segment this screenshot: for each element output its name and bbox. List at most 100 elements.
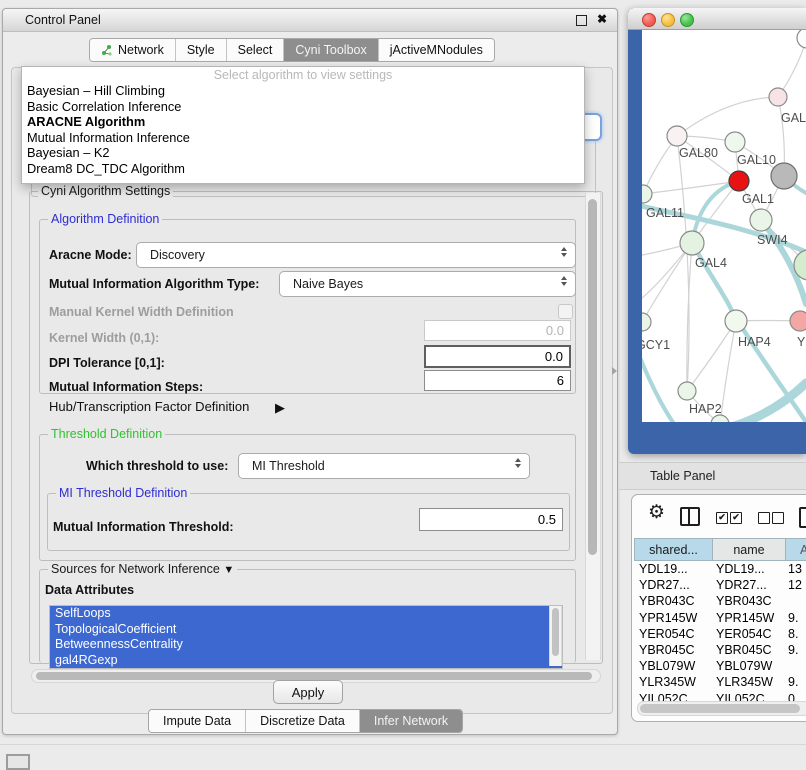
table-row[interactable]: YDL19...YDL19...13 xyxy=(634,561,806,577)
table-row[interactable]: YBL079WYBL079W xyxy=(634,658,806,674)
column-header-shared-name[interactable]: shared... xyxy=(634,538,713,561)
network-view-window[interactable]: GAL80 GAL10 GAL1 GAL11 SWI4 GAL4 GCY1 HA… xyxy=(628,8,806,454)
network-node[interactable] xyxy=(790,311,806,331)
app-root: { "control_panel": { "title": "Control P… xyxy=(0,0,806,762)
dropdown-item[interactable]: Mutual Information Inference xyxy=(22,130,584,146)
network-node-gal80[interactable] xyxy=(667,126,687,146)
table-row[interactable]: YPR145WYPR145W9. xyxy=(634,610,806,626)
data-attributes-label: Data Attributes xyxy=(45,583,134,597)
table-horizontal-scrollbar[interactable] xyxy=(637,701,806,716)
node-label: Y xyxy=(797,335,806,349)
splitter-collapse-icon[interactable] xyxy=(612,367,617,375)
network-icon xyxy=(101,44,113,56)
mi-algorithm-type-select[interactable]: Naive Bayes xyxy=(279,271,576,297)
collapse-down-icon[interactable]: ▼ xyxy=(223,564,234,576)
dropdown-item-selected[interactable]: ARACNE Algorithm xyxy=(22,114,584,130)
float-window-icon[interactable] xyxy=(576,15,587,26)
scrollbar-thumb[interactable] xyxy=(588,199,597,555)
dropdown-prompt: Select algorithm to view settings xyxy=(22,67,584,83)
table-row[interactable]: YBR045CYBR045C9. xyxy=(634,642,806,658)
kernel-width-input[interactable] xyxy=(424,320,571,341)
scrollbar-thumb[interactable] xyxy=(640,704,800,713)
scrollbar-thumb[interactable] xyxy=(552,608,559,656)
network-node-gal11[interactable] xyxy=(642,185,652,203)
mi-threshold-input[interactable] xyxy=(419,508,563,531)
attribute-item[interactable]: BetweennessCentrality xyxy=(50,637,562,653)
collapse-right-icon[interactable]: ▶ xyxy=(275,400,285,416)
control-panel-tabs: Network Style Select Cyni Toolbox jActiv… xyxy=(89,38,495,62)
tab-jactivemnodules[interactable]: jActiveMNodules xyxy=(379,39,494,61)
aracne-mode-select[interactable]: Discovery xyxy=(136,242,576,268)
minimized-panel-icon[interactable] xyxy=(6,754,30,770)
table-row[interactable]: YDR27...YDR27...12 xyxy=(634,577,806,593)
node-label: GAL xyxy=(781,111,806,125)
combo-arrows-icon xyxy=(513,458,523,468)
zoom-traffic-light[interactable] xyxy=(680,13,694,27)
column-header-partial[interactable]: A xyxy=(786,538,806,561)
network-node[interactable] xyxy=(711,415,729,422)
tab-cyni-toolbox[interactable]: Cyni Toolbox xyxy=(284,39,378,61)
attribute-item[interactable]: gal4RGexp xyxy=(50,653,562,669)
close-traffic-light[interactable] xyxy=(642,13,656,27)
dpi-tolerance-input[interactable] xyxy=(424,345,571,368)
apply-button[interactable]: Apply xyxy=(273,680,343,704)
table-row[interactable]: YBR043CYBR043C xyxy=(634,593,806,609)
network-node-gal4[interactable] xyxy=(680,231,704,255)
which-threshold-select[interactable]: MI Threshold xyxy=(238,453,530,479)
network-node-hap2[interactable] xyxy=(678,382,696,400)
deselect-columns-icon[interactable] xyxy=(772,512,784,524)
close-icon[interactable]: ✖ xyxy=(597,12,607,26)
attributes-scrollbar[interactable] xyxy=(549,606,562,666)
tab-select[interactable]: Select xyxy=(227,39,285,61)
manual-kernel-width-checkbox[interactable] xyxy=(558,304,573,319)
dropdown-item[interactable]: Basic Correlation Inference xyxy=(22,99,584,115)
dropdown-item[interactable]: Bayesian – Hill Climbing xyxy=(22,83,584,99)
dropdown-item[interactable]: Dream8 DC_TDC Algorithm xyxy=(22,161,584,177)
scrollbar-thumb[interactable] xyxy=(36,672,592,680)
network-node-gal1[interactable] xyxy=(729,171,749,191)
network-node-gcy1[interactable] xyxy=(642,313,651,331)
network-node[interactable] xyxy=(769,88,787,106)
algorithm-dropdown-popup: Select algorithm to view settings Bayesi… xyxy=(21,66,585,184)
network-node-swi4[interactable] xyxy=(750,209,772,231)
tab-style[interactable]: Style xyxy=(176,39,227,61)
split-table-icon[interactable] xyxy=(680,507,700,526)
gear-icon[interactable]: ⚙ xyxy=(648,503,665,522)
node-label: GAL4 xyxy=(695,256,727,270)
export-table-icon[interactable] xyxy=(799,507,806,528)
mi-steps-input[interactable] xyxy=(424,370,571,391)
settings-vertical-scrollbar[interactable] xyxy=(585,193,601,660)
network-window-titlebar[interactable] xyxy=(628,8,806,30)
table-body: YDL19...YDL19...13 YDR27...YDR27...12 YB… xyxy=(634,561,806,707)
network-node-gal10[interactable] xyxy=(725,132,745,152)
column-header-name[interactable]: name xyxy=(713,538,786,561)
node-label: GCY1 xyxy=(642,338,670,352)
tab-network[interactable]: Network xyxy=(90,39,176,61)
tab-infer-network[interactable]: Infer Network xyxy=(360,710,462,732)
group-title: Sources for Network Inference ▼ xyxy=(48,562,237,576)
tab-impute-data[interactable]: Impute Data xyxy=(149,710,246,732)
node-label: GAL1 xyxy=(742,192,774,206)
dropdown-item[interactable]: Bayesian – K2 xyxy=(22,145,584,161)
attribute-item[interactable]: TopologicalCoefficient xyxy=(50,622,562,638)
attribute-item[interactable]: SelfLoops xyxy=(50,606,562,622)
tab-discretize-data[interactable]: Discretize Data xyxy=(246,710,360,732)
status-divider xyxy=(0,744,806,745)
control-panel-titlebar[interactable]: Control Panel ✖ xyxy=(3,9,617,32)
deselect-columns-icon[interactable] xyxy=(758,512,770,524)
mi-threshold-label: Mutual Information Threshold: xyxy=(53,520,234,534)
table-row[interactable]: YER054CYER054C8. xyxy=(634,626,806,642)
table-row[interactable]: YLR345WYLR345W9. xyxy=(634,674,806,690)
select-columns-checked-icon[interactable]: ✔ xyxy=(716,512,728,524)
network-canvas[interactable]: GAL80 GAL10 GAL1 GAL11 SWI4 GAL4 GCY1 HA… xyxy=(642,30,806,422)
dpi-tolerance-label: DPI Tolerance [0,1]: xyxy=(49,356,165,370)
node-label: HAP2 xyxy=(689,402,722,416)
minimize-traffic-light[interactable] xyxy=(661,13,675,27)
network-node-hap4[interactable] xyxy=(725,310,747,332)
select-columns-checked-icon[interactable]: ✔ xyxy=(730,512,742,524)
node-label: GAL11 xyxy=(646,206,684,220)
control-panel-window: Control Panel ✖ Network Style Select Cyn… xyxy=(2,8,618,735)
hub-definition-label[interactable]: Hub/Transcription Factor Definition xyxy=(49,399,249,414)
group-title: Cyni Algorithm Settings xyxy=(38,184,173,198)
network-node[interactable] xyxy=(797,30,806,48)
